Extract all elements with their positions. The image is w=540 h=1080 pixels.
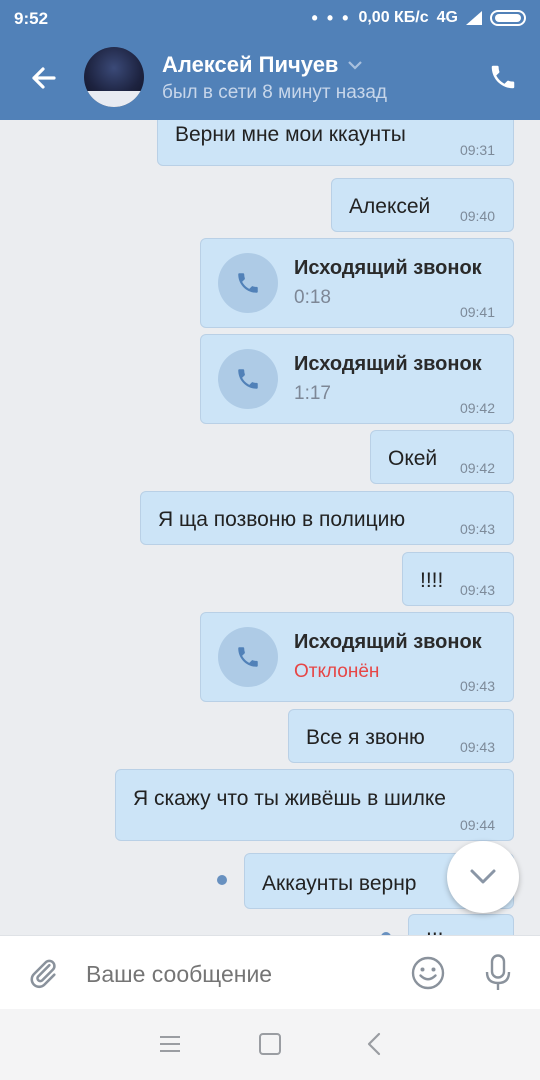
message-time: 09:42 xyxy=(459,400,495,416)
chat-header: Алексей Пичуев был в сети 8 минут назад xyxy=(0,36,540,120)
message-text: Окей xyxy=(388,447,438,470)
attach-icon[interactable] xyxy=(26,956,60,990)
chevron-down-icon xyxy=(348,61,363,70)
call-title: Исходящий звонок xyxy=(294,257,482,279)
message-bubble[interactable]: Верни мне мои ккаунты 09:31 xyxy=(157,120,514,166)
message-text: Я ща позвоню в полицию xyxy=(158,508,406,531)
menu-icon[interactable] xyxy=(159,1035,181,1053)
message-time: 09:43 xyxy=(459,582,495,598)
message-bubble[interactable]: !!! xyxy=(408,914,514,935)
message-text: Все я звоню xyxy=(306,726,425,749)
message-text: Верни мне мои ккаунты xyxy=(175,123,406,146)
message-time: 09:42 xyxy=(459,460,495,476)
message-time: 09:44 xyxy=(459,817,495,833)
call-title: Исходящий звонок xyxy=(294,631,482,653)
battery-icon xyxy=(490,10,526,26)
call-bubble[interactable]: Исходящий звонок 0:18 09:41 xyxy=(200,238,514,328)
call-bubble[interactable]: Исходящий звонок Отклонён 09:43 xyxy=(200,612,514,702)
message-composer xyxy=(0,935,540,1009)
phone-icon xyxy=(238,647,258,667)
microphone-icon[interactable] xyxy=(484,954,512,992)
top-bar: 9:52 • • • 0,00 КБ/с 4G Алексей Пичуев б… xyxy=(0,0,540,120)
message-time: 09:41 xyxy=(459,304,495,320)
message-bubble[interactable]: Я ща позвоню в полицию 09:43 xyxy=(140,491,514,545)
message-text: Я скажу что ты живёшь в шилке xyxy=(133,787,446,810)
notification-dots-icon: • • • xyxy=(311,8,351,28)
nav-back-icon[interactable] xyxy=(366,1032,382,1056)
message-time: 09:43 xyxy=(459,739,495,755)
signal-icon xyxy=(466,11,482,25)
message-time: 09:43 xyxy=(459,678,495,694)
call-icon-circle xyxy=(218,253,278,313)
emoji-icon[interactable] xyxy=(410,955,446,991)
message-time: 09:43 xyxy=(459,521,495,537)
phone-icon xyxy=(238,369,258,389)
status-right: • • • 0,00 КБ/с 4G xyxy=(312,9,526,27)
network-speed: 0,00 КБ/с xyxy=(358,9,429,26)
back-arrow-icon[interactable] xyxy=(24,58,64,98)
message-text: Алексей xyxy=(349,195,431,218)
message-bubble[interactable]: Все я звоню 09:43 xyxy=(288,709,514,763)
message-bubble[interactable]: Я скажу что ты живёшь в шилке 09:44 xyxy=(115,769,514,841)
avatar[interactable] xyxy=(84,47,144,107)
chevron-down-icon xyxy=(470,869,496,884)
call-bubble[interactable]: Исходящий звонок 1:17 09:42 xyxy=(200,334,514,424)
contact-name-row[interactable]: Алексей Пичуев xyxy=(162,52,363,78)
call-icon-circle xyxy=(218,627,278,687)
phone-icon[interactable] xyxy=(488,62,518,92)
message-text: Аккаунты вернр xyxy=(262,872,417,895)
status-time: 9:52 xyxy=(14,9,49,28)
status-bar: 9:52 • • • 0,00 КБ/с 4G xyxy=(0,0,540,36)
message-time: 09:40 xyxy=(459,208,495,224)
message-text: !!!! xyxy=(420,569,444,592)
last-seen: был в сети 8 минут назад xyxy=(162,82,388,103)
message-bubble[interactable]: !!!! 09:43 xyxy=(402,552,514,606)
message-bubble[interactable]: Алексей 09:40 xyxy=(331,178,514,232)
call-icon-circle xyxy=(218,349,278,409)
message-input[interactable] xyxy=(86,958,386,990)
message-list[interactable]: Верни мне мои ккаунты 09:31 Алексей 09:4… xyxy=(0,120,540,935)
scroll-to-bottom-button[interactable] xyxy=(447,841,519,913)
contact-name: Алексей Пичуев xyxy=(162,52,339,77)
call-duration: 1:17 xyxy=(294,383,331,404)
unread-indicator xyxy=(217,875,227,885)
message-bubble[interactable]: Окей 09:42 xyxy=(370,430,514,484)
system-nav-bar xyxy=(0,1009,540,1080)
message-time: 09:31 xyxy=(459,142,495,158)
phone-icon xyxy=(238,273,258,293)
home-icon[interactable] xyxy=(259,1033,281,1055)
call-duration: 0:18 xyxy=(294,287,331,308)
network-type: 4G xyxy=(436,9,458,26)
call-title: Исходящий звонок xyxy=(294,353,482,375)
call-status-declined: Отклонён xyxy=(294,661,380,682)
